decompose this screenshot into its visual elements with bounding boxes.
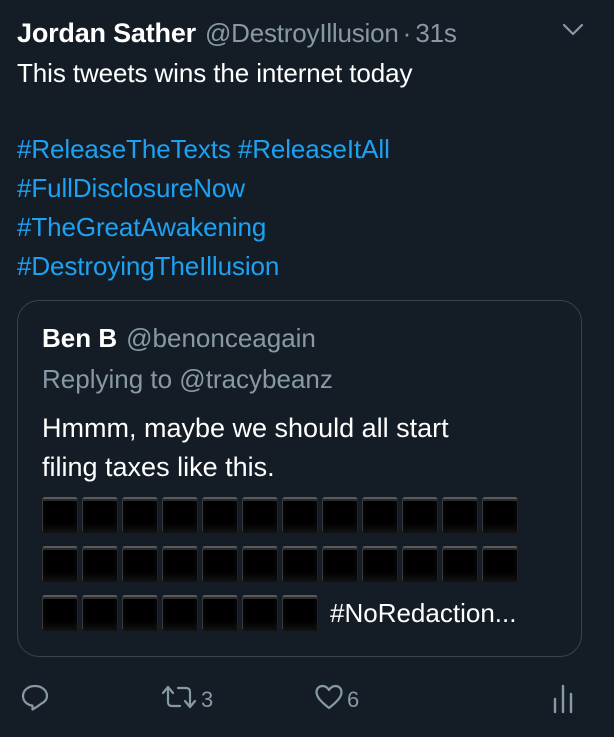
black-square-emoji	[82, 497, 118, 533]
black-square-emoji	[362, 497, 398, 533]
black-square-emoji	[162, 546, 198, 582]
hashtag-line[interactable]: #FullDisclosureNow	[17, 169, 597, 208]
black-square-emoji	[42, 595, 78, 631]
black-square-emoji	[122, 595, 158, 631]
black-square-emoji	[402, 497, 438, 533]
reply-button[interactable]	[20, 682, 50, 717]
replying-to: Replying to @tracybeanz	[42, 364, 333, 394]
separator: ·	[402, 17, 412, 48]
black-square-emoji	[242, 595, 278, 631]
noredaction-hashtag: #NoRedaction...	[330, 597, 517, 628]
reply-icon	[20, 682, 50, 717]
black-square-emoji	[482, 546, 518, 582]
quoted-tweet[interactable]: Ben B @benonceagain Replying to @tracybe…	[17, 300, 582, 657]
tweet-actions: 3 6	[0, 676, 614, 720]
black-square-emoji	[242, 546, 278, 582]
retweet-button[interactable]: 3	[160, 682, 213, 717]
black-square-emoji	[202, 497, 238, 533]
black-square-emoji	[162, 595, 198, 631]
black-square-emoji	[42, 497, 78, 533]
black-square-emoji	[162, 497, 198, 533]
black-square-emoji	[122, 546, 158, 582]
black-square-emoji	[282, 546, 318, 582]
quoted-text-line: Hmmm, maybe we should all start	[42, 413, 449, 443]
analytics-icon	[551, 682, 577, 721]
black-square-emoji	[242, 497, 278, 533]
author-handle[interactable]: @DestroyIllusion	[205, 18, 399, 49]
black-square-emoji	[202, 595, 238, 631]
black-square-emoji	[82, 546, 118, 582]
black-square-row	[42, 546, 522, 582]
author-name[interactable]: Jordan Sather	[17, 18, 196, 49]
quoted-tweet-text: Hmmm, maybe we should all start filing t…	[42, 409, 562, 487]
hashtag-line[interactable]: #ReleaseTheTexts #ReleaseItAll	[17, 130, 597, 169]
quoted-author-handle: @benonceagain	[126, 323, 316, 353]
retweet-icon	[160, 682, 198, 717]
chevron-down-icon[interactable]	[562, 22, 584, 38]
quoted-author-name: Ben B	[42, 323, 118, 353]
heart-icon	[314, 682, 344, 717]
black-square-emoji	[442, 546, 478, 582]
black-square-emoji	[322, 546, 358, 582]
black-square-emoji	[442, 497, 478, 533]
black-square-row	[42, 497, 522, 533]
tweet-header: Jordan Sather @DestroyIllusion · 31s	[17, 14, 597, 52]
quoted-tweet-header: Ben B @benonceagain	[42, 323, 316, 354]
black-square-emoji	[282, 497, 318, 533]
tweet-text: This tweets wins the internet today	[17, 58, 413, 88]
black-square-emoji	[482, 497, 518, 533]
analytics-button[interactable]	[551, 682, 577, 721]
tweet[interactable]: Jordan Sather @DestroyIllusion · 31s Thi…	[0, 0, 614, 737]
black-square-emoji	[82, 595, 118, 631]
black-square-emoji	[322, 497, 358, 533]
hashtag-list: #ReleaseTheTexts #ReleaseItAll #FullDisc…	[17, 130, 597, 286]
black-square-emoji	[122, 497, 158, 533]
like-count: 6	[347, 686, 360, 712]
hashtag-line[interactable]: #DestroyingTheIllusion	[17, 247, 597, 286]
quoted-text-line: filing taxes like this.	[42, 452, 275, 482]
black-square-emoji	[282, 595, 318, 631]
timestamp[interactable]: 31s	[415, 18, 457, 49]
black-square-emoji	[202, 546, 238, 582]
retweet-count: 3	[201, 686, 214, 712]
black-square-emoji	[362, 546, 398, 582]
black-square-emoji	[42, 546, 78, 582]
black-square-row: #NoRedaction...	[42, 595, 516, 631]
like-button[interactable]: 6	[314, 682, 359, 717]
black-square-emoji	[402, 546, 438, 582]
hashtag-line[interactable]: #TheGreatAwakening	[17, 208, 597, 247]
